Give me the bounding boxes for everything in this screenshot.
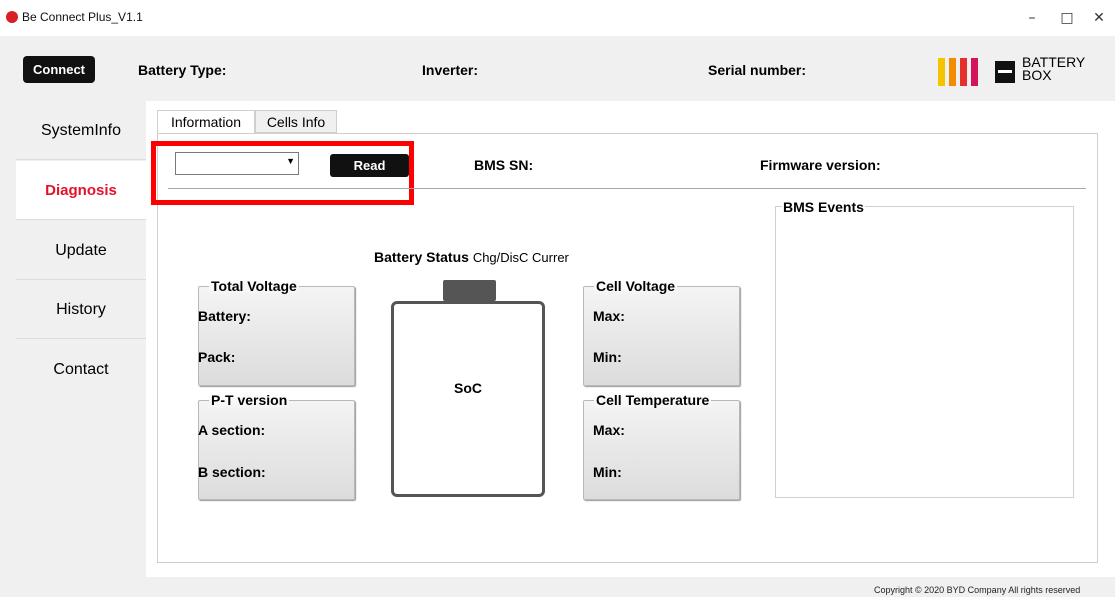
sidebar-item-systeminfo[interactable]: SystemInfo xyxy=(16,101,146,160)
cell-voltage-card: Max: Min: xyxy=(583,286,740,386)
battery-icon: SoC xyxy=(391,301,545,497)
battery-status-label: Battery Status xyxy=(374,249,469,265)
cell-voltage-min-label: Min: xyxy=(593,349,622,365)
logo-bar-yellow xyxy=(938,58,945,86)
cell-temp-max-label: Max: xyxy=(593,422,625,438)
chg-disc-current-label: Chg/DisC Currer xyxy=(472,250,569,265)
battery-box-logo: BATTERY BOX xyxy=(938,54,1103,88)
maximize-button[interactable]: □ xyxy=(1052,8,1082,28)
window-title: Be Connect Plus_V1.1 xyxy=(22,10,143,24)
logo-text-line2: BOX xyxy=(1022,67,1052,83)
pack-voltage-label: Pack: xyxy=(198,349,236,365)
soc-label: SoC xyxy=(454,380,482,396)
battery-voltage-label: Battery: xyxy=(198,308,251,324)
cell-temperature-title: Cell Temperature xyxy=(594,392,712,408)
total-voltage-card: Battery: Pack: xyxy=(198,286,355,386)
sidebar-item-update[interactable]: Update xyxy=(16,221,146,280)
cell-voltage-max-label: Max: xyxy=(593,308,625,324)
battery-status-header: Battery Status Chg/DisC Currer xyxy=(374,249,569,265)
close-button[interactable]: ✕ xyxy=(1084,8,1114,28)
a-section-label: A section: xyxy=(198,422,266,438)
bms-sn-label: BMS SN: xyxy=(474,157,534,173)
firmware-version-label: Firmware version: xyxy=(760,157,881,173)
battery-box-icon xyxy=(995,61,1015,83)
title-bar xyxy=(0,0,1115,36)
tab-information[interactable]: Information xyxy=(157,110,255,133)
highlight-box xyxy=(151,141,414,205)
logo-bar-magenta xyxy=(971,58,978,86)
total-voltage-title: Total Voltage xyxy=(209,278,299,294)
bms-events-panel xyxy=(775,206,1074,498)
logo-bar-red xyxy=(960,58,967,86)
sidebar: SystemInfo Diagnosis Update History Cont… xyxy=(16,101,146,399)
bms-events-title: BMS Events xyxy=(782,199,865,215)
sidebar-item-history[interactable]: History xyxy=(16,280,146,339)
battery-terminal-icon xyxy=(443,280,496,301)
connect-button[interactable]: Connect xyxy=(23,56,95,83)
sidebar-item-contact[interactable]: Contact xyxy=(16,340,146,399)
inverter-label: Inverter: xyxy=(422,62,479,78)
sidebar-item-diagnosis[interactable]: Diagnosis xyxy=(16,161,146,220)
divider xyxy=(168,188,1086,189)
cell-temp-min-label: Min: xyxy=(593,464,622,480)
serial-number-label: Serial number: xyxy=(708,62,807,78)
b-section-label: B section: xyxy=(198,464,266,480)
minimize-button[interactable]: – xyxy=(1017,8,1047,28)
cell-temperature-card: Max: Min: xyxy=(583,400,740,500)
logo-text: BATTERY BOX xyxy=(1022,55,1085,83)
app-logo-icon xyxy=(6,11,18,23)
tab-cells-info[interactable]: Cells Info xyxy=(255,110,337,133)
cell-voltage-title: Cell Voltage xyxy=(594,278,678,294)
battery-type-label: Battery Type: xyxy=(138,62,227,78)
copyright-text: Copyright © 2020 BYD Company All rights … xyxy=(874,585,1081,595)
pt-version-card: A section: B section: xyxy=(198,400,355,500)
pt-version-title: P-T version xyxy=(209,392,290,408)
logo-bar-orange xyxy=(949,58,956,86)
